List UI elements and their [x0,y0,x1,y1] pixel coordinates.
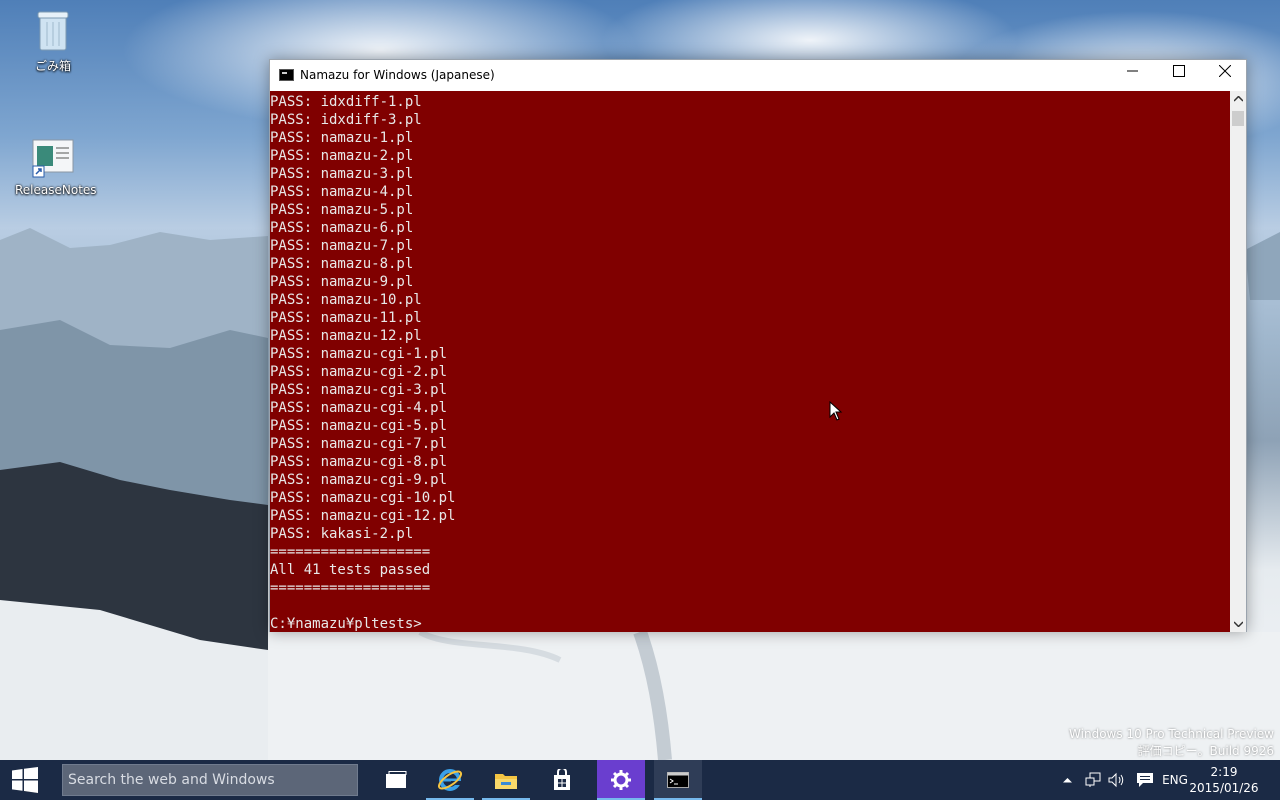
console-line: PASS: kakasi-2.pl [270,526,414,542]
console-line: PASS: namazu-2.pl [270,148,414,164]
network-icon [1085,772,1101,787]
console-line: PASS: namazu-6.pl [270,220,414,236]
clock[interactable]: 2:19 2015/01/26 [1186,764,1262,796]
minimize-icon [1127,70,1138,72]
action-center-button[interactable] [1134,760,1156,800]
taskbar-app-file-explorer[interactable] [482,760,530,800]
console-icon [667,772,689,788]
search-input[interactable] [63,765,357,795]
console-line: PASS: namazu-12.pl [270,328,422,344]
console-icon[interactable] [279,69,294,81]
taskbar-app-command-prompt[interactable] [654,760,702,800]
scroll-down-button[interactable] [1230,616,1246,632]
file-explorer-icon [495,774,517,789]
taskbar-app-internet-explorer[interactable] [426,760,474,800]
speaker-icon [1108,772,1124,788]
console-line: PASS: namazu-8.pl [270,256,414,272]
console-line: =================== [270,544,431,560]
console-line: PASS: namazu-cgi-10.pl [270,490,456,506]
message-icon [1137,773,1153,787]
console-line: PASS: namazu-1.pl [270,130,414,146]
desktop-icon-label: ごみ箱 [34,59,71,73]
internet-explorer-icon [437,769,463,791]
gear-icon [611,770,631,790]
search-box[interactable] [62,764,358,796]
close-icon [1219,65,1231,77]
console-output[interactable]: PASS: idxdiff-1.pl PASS: idxdiff-3.pl PASS… [270,91,1230,632]
console-line: PASS: namazu-cgi-5.pl [270,418,448,434]
windows-watermark: Windows 10 Pro Technical Preview 評価コピー。B… [1069,726,1274,760]
close-button[interactable] [1202,60,1248,82]
taskbar-app-settings[interactable] [597,760,645,800]
clock-date: 2015/01/26 [1189,781,1259,795]
console-line: PASS: namazu-11.pl [270,310,422,326]
taskbar: ENG 2:19 2015/01/26 [0,760,1280,800]
vertical-scrollbar[interactable] [1230,91,1246,632]
console-line: PASS: namazu-cgi-3.pl [270,382,448,398]
console-line: PASS: namazu-cgi-1.pl [270,346,448,362]
recycle-bin-icon [37,11,69,51]
watermark-line: 評価コピー。Build 9926 [1137,744,1274,758]
console-line: PASS: namazu-cgi-9.pl [270,472,448,488]
console-line: PASS: namazu-cgi-2.pl [270,364,448,380]
document-shortcut-icon [32,139,74,178]
windows-logo-icon [12,767,38,793]
watermark-line: Windows 10 Pro Technical Preview [1069,727,1274,741]
taskbar-app-task-view[interactable] [372,760,420,800]
task-view-icon [386,771,407,788]
console-line: PASS: namazu-cgi-4.pl [270,400,448,416]
console-line: PASS: namazu-cgi-7.pl [270,436,448,452]
window-title: Namazu for Windows (Japanese) [300,68,495,82]
minimize-button[interactable] [1110,60,1156,82]
scrollbar-thumb[interactable] [1232,111,1244,126]
mouse-cursor-icon [829,401,843,421]
console-line: PASS: namazu-cgi-8.pl [270,454,448,470]
volume-button[interactable] [1106,760,1128,800]
console-line: C:¥namazu¥pltests> [270,616,422,632]
console-line: =================== [270,580,431,596]
console-text: PASS: idxdiff-1.pl PASS: idxdiff-3.pl PASS… [270,91,1230,632]
chevron-up-icon [1233,96,1243,102]
window-titlebar[interactable]: Namazu for Windows (Japanese) [270,60,1246,91]
console-line: PASS: namazu-4.pl [270,184,414,200]
taskbar-app-store[interactable] [538,760,586,800]
console-line: All 41 tests passed [270,562,431,578]
console-line: PASS: namazu-cgi-12.pl [270,508,456,524]
console-line: PASS: namazu-5.pl [270,202,414,218]
console-window[interactable]: Namazu for Windows (Japanese) PASS: idxd… [269,59,1247,632]
console-line: PASS: namazu-7.pl [270,238,414,254]
network-button[interactable] [1082,760,1104,800]
console-line: PASS: idxdiff-3.pl [270,112,422,128]
console-line: PASS: namazu-9.pl [270,274,414,290]
desktop-icon-recycle-bin[interactable]: ごみ箱 [15,8,91,74]
console-line: PASS: namazu-3.pl [270,166,414,182]
console-line: PASS: namazu-10.pl [270,292,422,308]
maximize-icon [1173,65,1185,77]
clock-time: 2:19 [1210,765,1238,779]
maximize-button[interactable] [1156,60,1202,82]
desktop-icon-releasenotes[interactable]: ReleaseNotes [15,138,97,197]
scroll-up-button[interactable] [1230,91,1246,107]
console-line: PASS: idxdiff-1.pl [270,94,422,110]
desktop-icon-label: ReleaseNotes [15,183,97,197]
chevron-down-icon [1233,621,1243,627]
chevron-up-icon [1062,778,1072,783]
store-icon [554,769,570,790]
show-hidden-icons-button[interactable] [1058,760,1076,800]
start-button[interactable] [0,760,50,800]
